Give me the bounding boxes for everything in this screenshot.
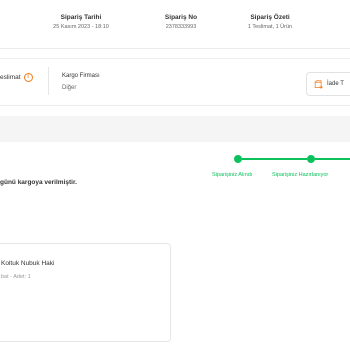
order-summary: Sipariş Özeti 1 Teslimat, 1 Ürün	[225, 13, 315, 32]
step-line	[242, 158, 307, 160]
delivery-row: eslimat i Kargo Firması Diğer	[0, 58, 350, 106]
order-date: Sipariş Tarihi 25 Kasım 2023 - 18:10	[44, 13, 118, 32]
step-label-preparing: Siparişiniz Hazırlanıyor	[272, 172, 329, 178]
shipment-status-text: günü kargoya verilmiştir.	[0, 179, 77, 186]
step-label-received: Siparişiniz Alındı	[212, 172, 253, 178]
return-box-icon	[314, 79, 323, 89]
section-separator	[0, 116, 350, 142]
delivery-title: eslimat i	[0, 73, 33, 82]
product-meta: bat - Adet: 1	[1, 274, 31, 280]
order-number-label: Sipariş No	[164, 14, 198, 21]
info-icon[interactable]: i	[23, 73, 33, 82]
return-button-label: İade T	[327, 81, 344, 87]
order-summary-value: 1 Teslimat, 1 Ürün	[247, 24, 293, 30]
divider	[48, 67, 49, 95]
product-card[interactable]: Koltuk Nubuk Haki bat - Adet: 1	[0, 243, 171, 342]
delivery-title-label: eslimat	[0, 74, 21, 81]
cargo-company: Kargo Firması Diğer	[62, 72, 100, 93]
cargo-company-label: Kargo Firması	[62, 73, 100, 79]
order-date-value: 25 Kasım 2023 - 18:10	[53, 24, 109, 30]
order-info-header: Sipariş Tarihi 25 Kasım 2023 - 18:10 Sip…	[0, 0, 350, 49]
order-detail-page: Sipariş Tarihi 25 Kasım 2023 - 18:10 Sip…	[0, 0, 350, 350]
shipment-stepper: Siparişiniz Alındı Siparişiniz Hazırlanı…	[0, 150, 350, 180]
cargo-company-value: Diğer	[62, 85, 77, 91]
order-number: Sipariş No 2378333993	[145, 13, 217, 32]
step-dot-preparing	[307, 155, 315, 163]
step-dot-received	[234, 155, 242, 163]
order-number-value: 2378333993	[165, 24, 197, 30]
product-name[interactable]: Koltuk Nubuk Haki	[1, 260, 54, 267]
return-button[interactable]: İade T	[306, 72, 350, 96]
order-summary-label: Sipariş Özeti	[250, 14, 290, 21]
order-date-label: Sipariş Tarihi	[60, 14, 102, 21]
step-line	[315, 158, 350, 160]
